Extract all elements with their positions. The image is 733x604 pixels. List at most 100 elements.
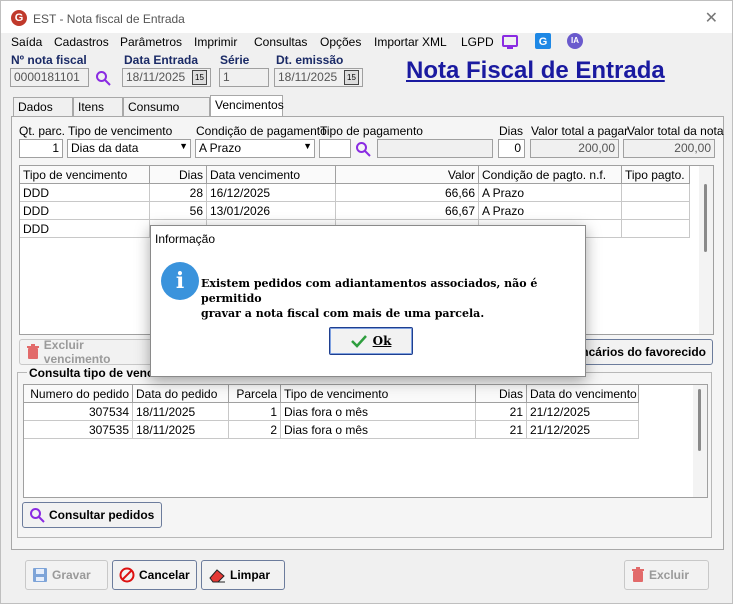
cell: 21 bbox=[476, 421, 527, 439]
consulta-group-title: Consulta tipo de venc bbox=[27, 366, 156, 380]
gravar-label: Gravar bbox=[52, 568, 91, 582]
tipo-pagamento-field[interactable] bbox=[319, 139, 351, 158]
cell: 16/12/2025 bbox=[207, 184, 336, 202]
grid-header[interactable]: Numero do pedido bbox=[24, 385, 133, 403]
excluir-label: Excluir bbox=[649, 568, 690, 582]
tab-itens-nf[interactable]: Itens NF bbox=[73, 97, 123, 128]
dialog-message-line-2: gravar a nota fiscal com mais de uma par… bbox=[201, 307, 485, 320]
cell: DDD bbox=[20, 184, 150, 202]
gestor-icon[interactable]: G bbox=[535, 33, 551, 49]
tipo-pagamento-desc bbox=[377, 139, 493, 158]
eraser-icon bbox=[209, 569, 225, 583]
calendar-icon[interactable]: 15 bbox=[192, 70, 207, 85]
dialog-title: Informação bbox=[151, 226, 585, 250]
grid-header[interactable]: Valor bbox=[336, 166, 479, 184]
ok-button[interactable]: Ok bbox=[329, 327, 413, 355]
grid-header[interactable]: Data vencimento bbox=[207, 166, 336, 184]
dias-field[interactable]: 0 bbox=[498, 139, 525, 158]
chevron-down-icon[interactable]: ▼ bbox=[179, 141, 188, 151]
menu-cadastros[interactable]: Cadastros bbox=[54, 35, 109, 49]
cell: 56 bbox=[150, 202, 207, 220]
qt-parc-field[interactable]: 1 bbox=[19, 139, 63, 158]
condicao-pagamento-select[interactable]: A Prazo ▼ bbox=[195, 139, 315, 158]
valor-pagar-label: Valor total a pagar bbox=[531, 124, 629, 138]
nf-number-field[interactable]: 0000181101 bbox=[10, 68, 89, 87]
checkmark-icon bbox=[350, 335, 367, 348]
qt-parc-label: Qt. parc. bbox=[19, 124, 66, 138]
excluir-vencimento-label: Excluir vencimento bbox=[43, 338, 111, 366]
consulta-grid: Numero do pedido Data do pedido Parcela … bbox=[23, 384, 708, 498]
search-icon[interactable] bbox=[95, 70, 111, 86]
cell: 307534 bbox=[24, 403, 133, 421]
grid-header[interactable]: Tipo pagto. bbox=[622, 166, 690, 184]
cancelar-label: Cancelar bbox=[139, 568, 190, 582]
grid-header[interactable]: Data do vencimento bbox=[527, 385, 639, 403]
chevron-down-icon[interactable]: ▼ bbox=[303, 141, 312, 151]
tipo-venc-label: Tipo de vencimento bbox=[68, 124, 173, 138]
menu-imprimir[interactable]: Imprimir bbox=[194, 35, 237, 49]
monitor-icon[interactable] bbox=[502, 34, 518, 50]
calendar-icon[interactable]: 15 bbox=[344, 70, 359, 85]
menu-bar: Saída Cadastros Parâmetros Imprimir Cons… bbox=[1, 33, 732, 51]
tab-dados-nf[interactable]: Dados NF bbox=[13, 97, 73, 128]
limpar-label: Limpar bbox=[230, 568, 271, 582]
dados-bancarios-label: ncários do favorecido bbox=[581, 345, 706, 359]
cell: 18/11/2025 bbox=[133, 403, 229, 421]
cell: 21/12/2025 bbox=[527, 421, 639, 439]
dias-label: Dias bbox=[499, 124, 524, 138]
grid-header[interactable]: Tipo de vencimento bbox=[281, 385, 476, 403]
gravar-button[interactable]: Gravar bbox=[25, 560, 108, 590]
tab-consumo-direto[interactable]: Consumo direto bbox=[123, 97, 210, 128]
menu-saida[interactable]: Saída bbox=[11, 35, 42, 49]
menu-parametros[interactable]: Parâmetros bbox=[120, 35, 182, 49]
cell: Dias fora o mês bbox=[281, 421, 476, 439]
excluir-button[interactable]: Excluir bbox=[624, 560, 709, 590]
close-icon[interactable]: ✕ bbox=[705, 8, 718, 28]
menu-consultas[interactable]: Consultas bbox=[254, 35, 307, 49]
tab-vencimentos[interactable]: Vencimentos bbox=[210, 95, 284, 117]
app-logo-icon: G bbox=[11, 10, 27, 26]
excluir-vencimento-button[interactable]: Excluir vencimento bbox=[19, 338, 159, 366]
scroll-thumb[interactable] bbox=[698, 389, 701, 451]
tipo-vencimento-value: Dias da data bbox=[71, 141, 139, 155]
cell: DDD bbox=[20, 220, 150, 238]
cancel-icon bbox=[119, 567, 135, 583]
cell: 307535 bbox=[24, 421, 133, 439]
grid-header[interactable]: Data do pedido bbox=[133, 385, 229, 403]
grid-header[interactable]: Tipo de vencimento bbox=[20, 166, 150, 184]
menu-importar-xml[interactable]: Importar XML bbox=[374, 35, 447, 49]
consultar-pedidos-button[interactable]: Consultar pedidos bbox=[22, 502, 162, 528]
grid-header[interactable]: Dias bbox=[150, 166, 207, 184]
scrollbar[interactable] bbox=[699, 166, 713, 334]
serie-field[interactable]: 1 bbox=[219, 68, 269, 87]
limpar-button[interactable]: Limpar bbox=[201, 560, 285, 590]
nf-label: Nº nota fiscal bbox=[11, 53, 87, 67]
cell bbox=[622, 202, 690, 220]
serie-label: Série bbox=[220, 53, 250, 67]
consultar-pedidos-label: Consultar pedidos bbox=[49, 508, 155, 522]
cancelar-button[interactable]: Cancelar bbox=[112, 560, 197, 590]
dialog-message: Existem pedidos com adiantamentos associ… bbox=[201, 276, 571, 321]
menu-opcoes[interactable]: Opções bbox=[320, 35, 361, 49]
scroll-thumb[interactable] bbox=[704, 184, 707, 252]
cell: 28 bbox=[150, 184, 207, 202]
cell: 21 bbox=[476, 403, 527, 421]
search-icon bbox=[30, 508, 45, 523]
menu-lgpd[interactable]: LGPD bbox=[461, 35, 494, 49]
search-icon[interactable] bbox=[355, 141, 371, 157]
cell: 1 bbox=[229, 403, 281, 421]
grid-header[interactable]: Dias bbox=[476, 385, 527, 403]
svg-text:G: G bbox=[539, 36, 548, 48]
grid-header[interactable]: Parcela bbox=[229, 385, 281, 403]
scrollbar[interactable] bbox=[693, 385, 707, 497]
cell: 18/11/2025 bbox=[133, 421, 229, 439]
cell: 66,66 bbox=[336, 184, 479, 202]
ia-icon[interactable]: IA bbox=[567, 33, 583, 49]
info-icon: i bbox=[161, 262, 199, 300]
valor-total-nota-field: 200,00 bbox=[623, 139, 715, 158]
tipo-pag-label: Tipo de pagamento bbox=[320, 124, 423, 138]
valor-nota-label: Valor total da nota bbox=[627, 124, 724, 138]
cond-pag-label: Condição de pagamento bbox=[196, 124, 327, 138]
tipo-vencimento-select[interactable]: Dias da data ▼ bbox=[67, 139, 191, 158]
grid-header[interactable]: Condição de pagto. n.f. bbox=[479, 166, 622, 184]
